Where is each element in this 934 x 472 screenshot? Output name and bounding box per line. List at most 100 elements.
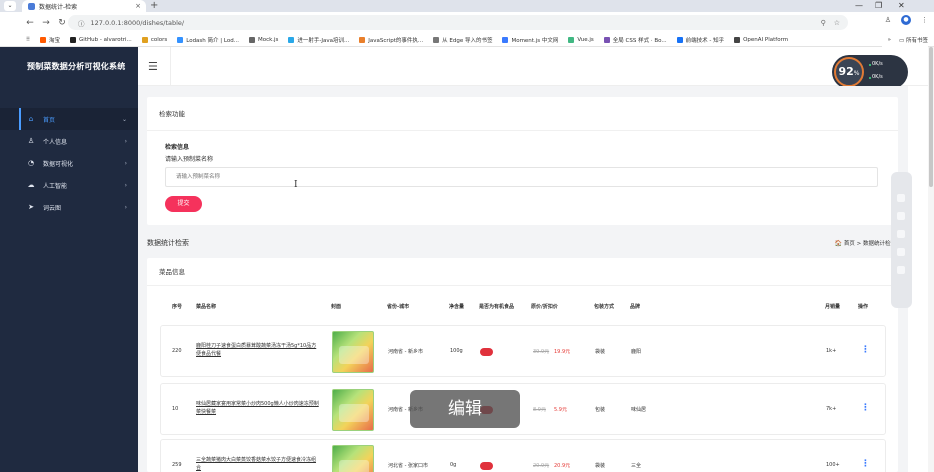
- column-header: 封面: [331, 304, 342, 310]
- profile-switch-icon[interactable]: ♙: [885, 16, 891, 24]
- dish-cover-image: [332, 389, 374, 431]
- brand-cell: 三全: [631, 463, 642, 469]
- side-panel-icon[interactable]: [897, 230, 905, 238]
- bookmark-label: 前端技术 - 知乎: [685, 37, 725, 44]
- side-panel-icon[interactable]: [897, 248, 905, 256]
- sidebar-item-cloud[interactable]: ☁ 人工智能 ›: [0, 174, 138, 196]
- address-bar[interactable]: ⓘ 127.0.0.1:8000/dishes/table/ ⚲ ☆: [68, 15, 848, 30]
- top-header: ☰: [138, 47, 934, 86]
- browser-tab[interactable]: 数据统计-检索 ×: [22, 0, 146, 12]
- bookmark-item[interactable]: JavaScript的事件执...: [359, 36, 423, 44]
- bookmark-item[interactable]: 全局 CSS 样式 · Bo...: [603, 36, 667, 44]
- bookmark-item[interactable]: GitHub - alvarotri...: [70, 36, 132, 43]
- user-icon: ♙: [27, 137, 35, 145]
- dish-cover-image: [332, 445, 374, 472]
- region-cell: 河北省 - 张家口市: [388, 463, 428, 469]
- bookmark-favicon-icon: [288, 36, 295, 43]
- bookmark-item[interactable]: 淘宝: [40, 36, 60, 44]
- window-close-icon[interactable]: ✕: [898, 0, 905, 12]
- original-price: 8.9元: [533, 407, 546, 413]
- sidebar-item-send[interactable]: ➤ 词云图 ›: [0, 196, 138, 218]
- row-id: 220: [172, 348, 182, 354]
- apps-icon[interactable]: ⠿: [26, 37, 30, 43]
- tab-close-icon[interactable]: ×: [135, 2, 141, 10]
- bookmark-item[interactable]: OpenAI Platform: [734, 36, 788, 43]
- floating-side-panel[interactable]: [891, 172, 912, 308]
- browser-menu-icon[interactable]: ⋮: [921, 16, 928, 24]
- sidebar-item-label: 人工智能: [43, 182, 68, 190]
- maximize-icon[interactable]: ❐: [875, 0, 882, 12]
- original-price: 39.9元: [533, 349, 550, 355]
- back-icon[interactable]: ←: [22, 18, 38, 28]
- new-tab-icon[interactable]: +: [150, 0, 158, 12]
- breadcrumb-home[interactable]: 首页: [844, 241, 855, 247]
- bookmark-favicon-icon: [40, 36, 47, 43]
- performance-widget[interactable]: 92% 0K/s 0K/s: [832, 55, 908, 89]
- memory-gauge: 92%: [834, 57, 864, 87]
- menu-toggle-icon[interactable]: ☰: [148, 61, 158, 72]
- sidebar-menu: ⌂ 首页 ⌄ ♙ 个人信息 › ◔ 数据可视化 › ☁ 人工智能 › ➤ 词云图 ›: [0, 108, 138, 218]
- send-icon: ➤: [28, 203, 34, 211]
- bookmark-item[interactable]: colors: [141, 36, 167, 43]
- search-info-label: 检索信息: [165, 144, 190, 151]
- column-header: 操作: [858, 304, 869, 310]
- packaging-cell: 袋装: [595, 463, 606, 469]
- bookmark-item[interactable]: 进一射手-Java培训...: [288, 36, 349, 44]
- table-row: 10 味仙居藏家宴用家常菜小炒肉500g懒人小炒肉速冻预制菜快餐菜 河南省 - 新乡…: [160, 383, 886, 435]
- search-card-title: 检索功能: [147, 97, 898, 131]
- bookmark-item[interactable]: Vue.js: [568, 36, 594, 43]
- page-scrollbar[interactable]: [928, 47, 934, 472]
- bookmark-item[interactable]: Lodash 简介 | Lod...: [177, 36, 239, 44]
- submit-button[interactable]: 提交: [165, 196, 202, 212]
- all-bookmarks-label: 所有书签: [905, 38, 928, 44]
- bookmark-star-icon[interactable]: ☆: [834, 19, 840, 27]
- minimize-icon[interactable]: —: [855, 0, 863, 12]
- profile-avatar-icon[interactable]: ●: [901, 15, 911, 25]
- more-actions-icon[interactable]: ⋮: [861, 459, 870, 469]
- text-cursor-icon: I: [294, 180, 298, 190]
- bookmark-label: JavaScript的事件执...: [368, 37, 424, 44]
- sidebar-item-chart[interactable]: ◔ 数据可视化 ›: [0, 152, 138, 174]
- sidebar-item-home[interactable]: ⌂ 首页 ⌄: [0, 108, 138, 130]
- bookmark-item[interactable]: 从 Edge 导入的书签: [433, 36, 492, 44]
- forward-icon[interactable]: →: [38, 18, 54, 28]
- browser-tab-bar: ⌄ 数据统计-检索 × + — ❐ ✕: [0, 0, 934, 12]
- side-panel-icon[interactable]: [897, 212, 905, 220]
- dish-name-search-input[interactable]: [165, 167, 878, 187]
- bookmark-label: 淘宝: [49, 37, 61, 44]
- header-divider: [170, 47, 171, 86]
- sidebar-item-user[interactable]: ♙ 个人信息 ›: [0, 130, 138, 152]
- tab-search-icon[interactable]: ⌄: [4, 1, 16, 11]
- column-header: 品牌: [630, 304, 641, 310]
- bookmark-item[interactable]: Mock.js: [248, 36, 278, 43]
- table-row: 220 鹿阳桂刀子速食蛋白质暴茸酸蔬菜汤冻干汤5g*10品方便食品代餐 河南省 - …: [160, 325, 886, 377]
- dish-name-link[interactable]: 鹿阳桂刀子速食蛋白质暴茸酸蔬菜汤冻干汤5g*10品方便食品代餐: [196, 342, 320, 358]
- chart-icon: ◔: [27, 159, 35, 167]
- sidebar-item-label: 首页: [43, 116, 56, 124]
- site-info-icon[interactable]: ⓘ: [78, 18, 85, 28]
- side-panel-icon[interactable]: [897, 194, 905, 202]
- bookmark-item[interactable]: Moment.js 中文网: [502, 36, 558, 44]
- dish-name-link[interactable]: 三全蔬菜猪肉大白菜蒸饺香菇菜水饺子方便速食冷冻组合: [196, 456, 320, 472]
- bookmark-label: 从 Edge 导入的书签: [442, 37, 493, 44]
- organic-badge: [480, 462, 493, 470]
- more-actions-icon[interactable]: ⋮: [861, 403, 870, 413]
- bookmark-item[interactable]: 前端技术 - 知乎: [676, 36, 725, 44]
- bookmark-favicon-icon: [568, 36, 575, 43]
- chevron-right-icon: ›: [124, 137, 127, 145]
- browser-actions: ♙ ● ⋮: [885, 15, 928, 25]
- original-price: 20.9元: [533, 463, 550, 469]
- column-header: 包装方式: [594, 304, 615, 310]
- side-panel-icon[interactable]: [897, 266, 905, 274]
- dish-name-link[interactable]: 味仙居藏家宴用家常菜小炒肉500g懒人小炒肉速冻预制菜快餐菜: [196, 400, 320, 416]
- tab-favicon-icon: [28, 2, 35, 10]
- bookmarks-more[interactable]: »: [888, 37, 891, 43]
- column-header: 是否为有机食品: [479, 304, 515, 310]
- more-actions-icon[interactable]: ⋮: [861, 345, 870, 355]
- all-bookmarks-folder[interactable]: ▭ 所有书签: [899, 36, 928, 44]
- sidebar-item-label: 词云图: [43, 204, 62, 212]
- scrollbar-thumb[interactable]: [929, 47, 933, 187]
- download-dot-icon: [869, 77, 871, 79]
- zoom-icon[interactable]: ⚲: [821, 19, 826, 27]
- net-weight-cell: 0g: [450, 462, 457, 468]
